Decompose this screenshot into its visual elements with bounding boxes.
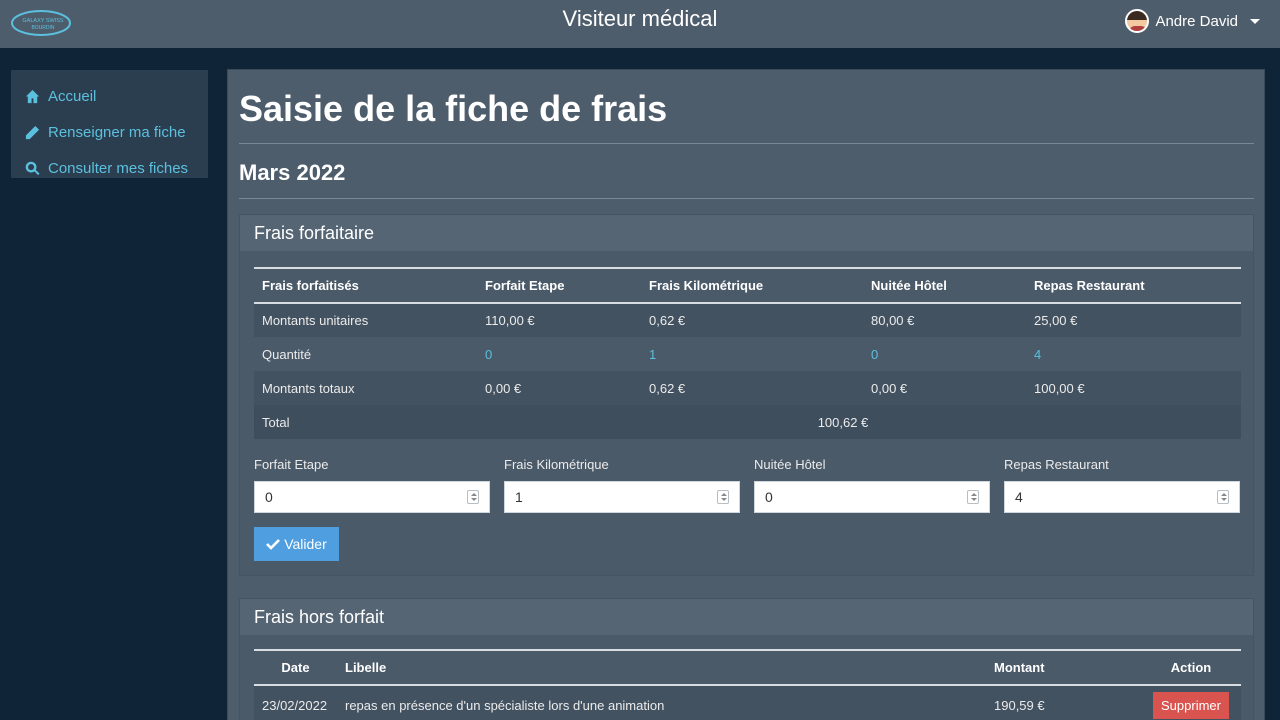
column-header: Forfait Etape — [477, 267, 641, 304]
spinner-icon[interactable] — [467, 490, 479, 504]
table-header-row: Date Libelle Montant Action — [254, 649, 1241, 686]
field-label: Forfait Etape — [254, 457, 329, 472]
user-menu[interactable]: Andre David — [1125, 8, 1260, 34]
field-label: Nuitée Hôtel — [754, 457, 826, 472]
table-row: Quantité 0 1 0 4 — [254, 337, 1241, 371]
total-row: Total 100,62 € — [254, 405, 1241, 439]
quantity-cell: 1 — [641, 337, 863, 371]
galaxy-swiss-bourdin-logo[interactable]: GALAXY SWISS BOURDIN — [10, 8, 72, 38]
pencil-icon — [25, 125, 40, 139]
column-header: Montant — [986, 649, 1141, 686]
search-icon — [25, 161, 40, 175]
divider — [239, 198, 1254, 199]
date-cell: 23/02/2022 — [254, 685, 337, 720]
quantity-cell: 0 — [863, 337, 1026, 371]
spinner-icon[interactable] — [967, 490, 979, 504]
table-row: Montants totaux 0,00 € 0,62 € 0,00 € 100… — [254, 371, 1241, 405]
spinner-icon[interactable] — [1217, 490, 1229, 504]
quantity-cell: 4 — [1026, 337, 1241, 371]
frais-hors-forfait-table: Date Libelle Montant Action 23/02/2022 r… — [254, 649, 1241, 720]
sidebar-item-accueil[interactable]: Accueil — [11, 78, 208, 114]
avatar — [1125, 9, 1150, 33]
field-value: 0 — [765, 489, 773, 505]
column-header: Date — [254, 649, 337, 686]
home-icon — [25, 89, 40, 103]
montant-cell: 190,59 € — [986, 685, 1141, 720]
quantity-cell: 0 — [477, 337, 641, 371]
svg-text:BOURDIN: BOURDIN — [31, 25, 54, 31]
sidebar-item-label: Accueil — [48, 87, 97, 105]
table-cell: 110,00 € — [477, 303, 641, 337]
frais-forfaitaire-panel: Frais forfaitaire Frais forfaitisés Forf… — [239, 214, 1254, 576]
table-cell: 0,00 € — [863, 371, 1026, 405]
sidebar-item-renseigner[interactable]: Renseigner ma fiche — [11, 114, 208, 150]
frais-kilometrique-input[interactable]: 1 — [504, 481, 740, 513]
table-cell: Quantité — [254, 337, 477, 371]
chevron-down-icon — [1250, 18, 1260, 24]
sidebar-item-label: Consulter mes fiches — [48, 159, 189, 177]
table-cell: 80,00 € — [863, 303, 1026, 337]
top-navbar: GALAXY SWISS BOURDIN Visiteur médical An… — [0, 0, 1280, 48]
table-cell: 0,00 € — [477, 371, 641, 405]
column-header: Frais Kilométrique — [641, 267, 863, 304]
field-group-frais-kilometrique: Frais Kilométrique 1 — [504, 457, 740, 513]
total-label: Total — [254, 405, 477, 439]
month-heading: Mars 2022 — [239, 160, 346, 185]
spinner-icon[interactable] — [717, 490, 729, 504]
user-name: Andre David — [1155, 12, 1238, 30]
column-header: Nuitée Hôtel — [863, 267, 1026, 304]
valider-button[interactable]: Valider — [254, 527, 339, 561]
check-icon — [266, 539, 281, 550]
field-group-nuitee-hotel: Nuitée Hôtel 0 — [754, 457, 990, 513]
action-cell: Supprimer — [1141, 685, 1241, 720]
main-content: Saisie de la fiche de frais Mars 2022 Fr… — [227, 69, 1265, 720]
field-group-repas-restaurant: Repas Restaurant 4 — [1004, 457, 1240, 513]
table-cell: 0,62 € — [641, 371, 863, 405]
field-label: Frais Kilométrique — [504, 457, 609, 472]
sidebar: Accueil Renseigner ma fiche Consulter me… — [11, 70, 208, 178]
field-group-forfait-etape: Forfait Etape 0 — [254, 457, 490, 513]
sidebar-item-consulter[interactable]: Consulter mes fiches — [11, 150, 208, 186]
total-value: 100,62 € — [477, 405, 1241, 439]
panel-title: Frais hors forfait — [240, 599, 1253, 635]
field-value: 4 — [1015, 489, 1023, 505]
repas-restaurant-input[interactable]: 4 — [1004, 481, 1240, 513]
forfait-etape-input[interactable]: 0 — [254, 481, 490, 513]
divider — [239, 143, 1254, 144]
svg-text:GALAXY SWISS: GALAXY SWISS — [22, 18, 63, 24]
field-label: Repas Restaurant — [1004, 457, 1109, 472]
table-row: Montants unitaires 110,00 € 0,62 € 80,00… — [254, 303, 1241, 337]
sidebar-item-label: Renseigner ma fiche — [48, 123, 186, 141]
nuitee-hotel-input[interactable]: 0 — [754, 481, 990, 513]
libelle-cell: repas en présence d'un spécialiste lors … — [337, 685, 986, 720]
table-header-row: Frais forfaitisés Forfait Etape Frais Ki… — [254, 267, 1241, 304]
column-header: Libelle — [337, 649, 986, 686]
column-header: Repas Restaurant — [1026, 267, 1241, 304]
frais-forfait-table: Frais forfaitisés Forfait Etape Frais Ki… — [254, 267, 1241, 439]
table-cell: 0,62 € — [641, 303, 863, 337]
table-cell: 25,00 € — [1026, 303, 1241, 337]
quantity-form: Forfait Etape 0 Frais Kilométrique 1 Nui… — [254, 457, 1241, 513]
table-cell: Montants unitaires — [254, 303, 477, 337]
table-cell: 100,00 € — [1026, 371, 1241, 405]
table-row: 23/02/2022 repas en présence d'un spécia… — [254, 685, 1241, 720]
button-label: Valider — [284, 536, 327, 552]
field-value: 1 — [515, 489, 523, 505]
panel-title: Frais forfaitaire — [240, 215, 1253, 251]
app-title: Visiteur médical — [562, 6, 718, 31]
frais-hors-forfait-panel: Frais hors forfait Date Libelle Montant … — [239, 598, 1254, 720]
column-header: Frais forfaitisés — [254, 267, 477, 304]
page-title: Saisie de la fiche de frais — [239, 88, 668, 129]
column-header: Action — [1141, 649, 1241, 686]
field-value: 0 — [265, 489, 273, 505]
supprimer-button[interactable]: Supprimer — [1153, 692, 1229, 719]
table-cell: Montants totaux — [254, 371, 477, 405]
